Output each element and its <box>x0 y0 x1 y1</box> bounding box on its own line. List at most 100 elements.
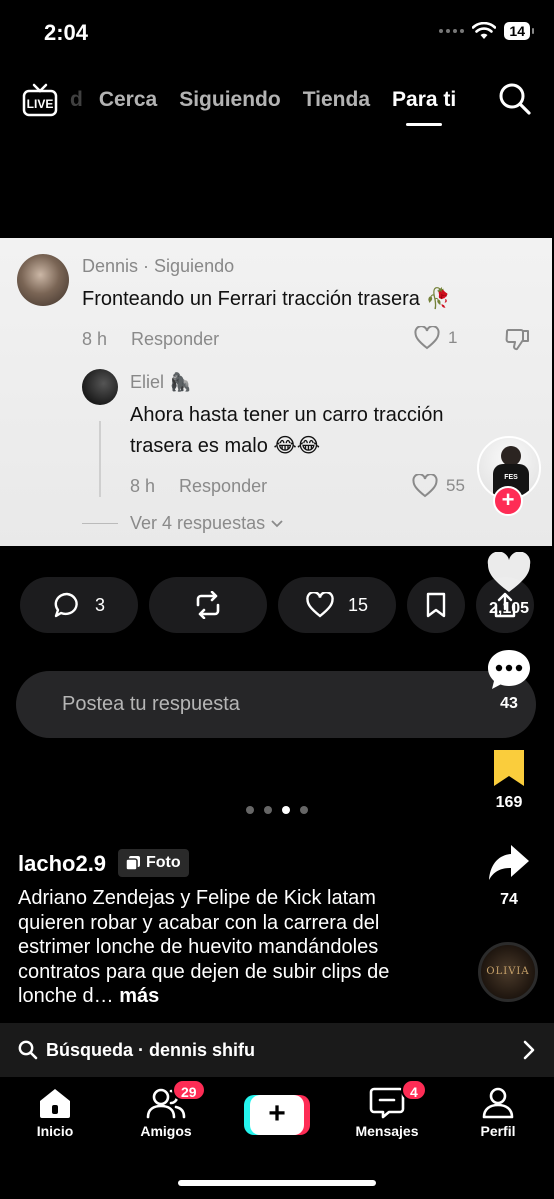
inbox-icon <box>369 1087 405 1119</box>
heart-outline-icon <box>414 326 440 350</box>
comment-screenshot: Dennis · Siguiendo Fronteando un Ferrari… <box>0 238 552 546</box>
page-dot <box>300 806 308 814</box>
follow-button[interactable]: + <box>493 486 523 516</box>
chevron-down-icon <box>271 520 283 528</box>
comment-reply-button: Responder <box>131 329 220 349</box>
rail-share-count: 74 <box>500 891 518 908</box>
search-suggestion-bar[interactable]: Búsqueda · dennis shifu <box>0 1023 554 1077</box>
friends-badge: 29 <box>172 1079 206 1101</box>
music-disc[interactable]: OLIVIA <box>478 942 538 1002</box>
live-button[interactable]: LIVE <box>22 83 58 117</box>
post-caption: Adriano Zendejas y Felipe de Kick latam … <box>18 886 428 1009</box>
repost-button[interactable] <box>149 577 267 633</box>
bookmark-filled-icon <box>494 750 524 786</box>
profile-icon <box>482 1087 514 1119</box>
caption-text: Adriano Zendejas y Felipe de Kick latam … <box>18 887 390 1007</box>
repost-icon <box>196 591 220 619</box>
comment-text: Fronteando un Ferrari tracción trasera 🥀 <box>82 288 451 310</box>
comment-meta: 8 h Responder <box>82 329 219 350</box>
reply-like-count: 55 <box>446 476 465 495</box>
rail-save-count: 169 <box>495 794 523 811</box>
view-replies-link: Ver 4 respuestas <box>130 513 284 534</box>
nav-messages-label: Mensajes <box>355 1123 419 1139</box>
nav-home[interactable]: Inicio <box>10 1087 100 1139</box>
rail-share-button[interactable]: 74 <box>479 843 539 909</box>
battery-indicator: 14 <box>504 22 534 40</box>
thread-line <box>99 421 101 497</box>
rail-like-button[interactable]: 2,105 <box>479 552 539 618</box>
bookmark-button[interactable] <box>407 577 465 633</box>
search-icon <box>18 1040 38 1060</box>
reply-time: 8 h <box>130 476 156 496</box>
search-icon <box>499 83 531 115</box>
heart-outline-icon <box>306 592 334 618</box>
nav-friends-label: Amigos <box>140 1123 192 1139</box>
photo-stack-icon <box>126 856 140 870</box>
comment-dislike <box>504 326 530 357</box>
home-indicator <box>178 1180 376 1186</box>
status-icons: 14 <box>439 22 534 40</box>
signal-icon <box>439 29 465 33</box>
nav-profile[interactable]: Perfil <box>453 1087 543 1139</box>
nav-messages[interactable]: Mensajes 4 <box>342 1079 432 1139</box>
nav-home-label: Inicio <box>36 1123 74 1139</box>
create-button[interactable]: + <box>244 1095 310 1135</box>
comment-like: 1 <box>414 326 457 350</box>
live-icon: LIVE <box>22 83 58 117</box>
tab-partial[interactable]: d <box>70 88 83 112</box>
reply-text: Ahora hasta tener un carro tracción tras… <box>130 404 444 457</box>
messages-badge: 4 <box>401 1079 427 1101</box>
photo-pagination <box>246 806 308 814</box>
tab-siguiendo[interactable]: Siguiendo <box>179 88 281 112</box>
rail-save-button[interactable]: 169 <box>479 748 539 812</box>
heart-icon <box>487 552 531 592</box>
comment-count: 3 <box>94 594 105 615</box>
comment-like-count: 1 <box>448 328 458 347</box>
plus-icon: + <box>250 1095 304 1135</box>
home-icon <box>40 1089 70 1118</box>
comment-time: 8 h <box>82 329 108 349</box>
nav-friends[interactable]: Amigos 29 <box>121 1079 211 1139</box>
tab-cerca[interactable]: Cerca <box>99 88 157 112</box>
like-count-button[interactable]: 15 <box>278 577 396 633</box>
status-time: 2:04 <box>44 20 89 45</box>
comment-count-button[interactable]: 3 <box>20 577 138 633</box>
nav-profile-label: Perfil <box>480 1123 516 1139</box>
avatar <box>17 254 69 306</box>
search-button[interactable] <box>498 82 532 121</box>
comment-bubble-icon <box>488 650 530 689</box>
photo-badge-label: Foto <box>146 854 181 871</box>
caption-more-link[interactable]: más <box>119 985 159 1007</box>
live-label: LIVE <box>27 97 54 111</box>
page-dot <box>246 806 254 814</box>
tab-para-ti[interactable]: Para ti <box>392 88 456 112</box>
search-suggestion-text: Búsqueda · dennis shifu <box>46 1039 256 1060</box>
photo-badge: Foto <box>118 849 189 877</box>
reply-meta: 8 h Responder <box>130 476 267 497</box>
reply-reply-button: Responder <box>179 476 268 496</box>
divider <box>82 523 118 524</box>
creator-head <box>501 446 521 466</box>
chevron-right-icon <box>523 1040 535 1060</box>
comment-header: Dennis · Siguiendo <box>82 256 235 276</box>
reply-input[interactable]: Postea tu respuesta <box>16 671 536 738</box>
post-username[interactable]: lacho2.9 <box>18 851 106 877</box>
thumbs-down-icon <box>505 329 529 351</box>
reply-like: 55 <box>412 474 465 498</box>
avatar <box>82 369 118 405</box>
comment-author: Dennis <box>82 256 139 276</box>
page-dot <box>264 806 272 814</box>
feed-tabs: d Cerca Siguiendo Tienda Para ti <box>70 88 456 112</box>
comment-relation: Siguiendo <box>154 256 235 276</box>
bookmark-icon <box>426 592 446 618</box>
share-arrow-icon <box>489 845 529 880</box>
rail-comment-button[interactable]: 43 <box>479 647 539 713</box>
rail-comment-count: 43 <box>500 695 518 712</box>
tab-tienda[interactable]: Tienda <box>303 88 370 112</box>
view-replies-label: Ver 4 respuestas <box>130 513 266 533</box>
like-count: 15 <box>347 594 369 615</box>
speech-bubble-icon <box>54 592 78 618</box>
bottom-nav: Inicio Amigos 29 + Mensajes 4 Perfil <box>0 1077 554 1199</box>
wifi-icon <box>472 22 497 39</box>
rail-like-count: 2,105 <box>488 600 530 617</box>
